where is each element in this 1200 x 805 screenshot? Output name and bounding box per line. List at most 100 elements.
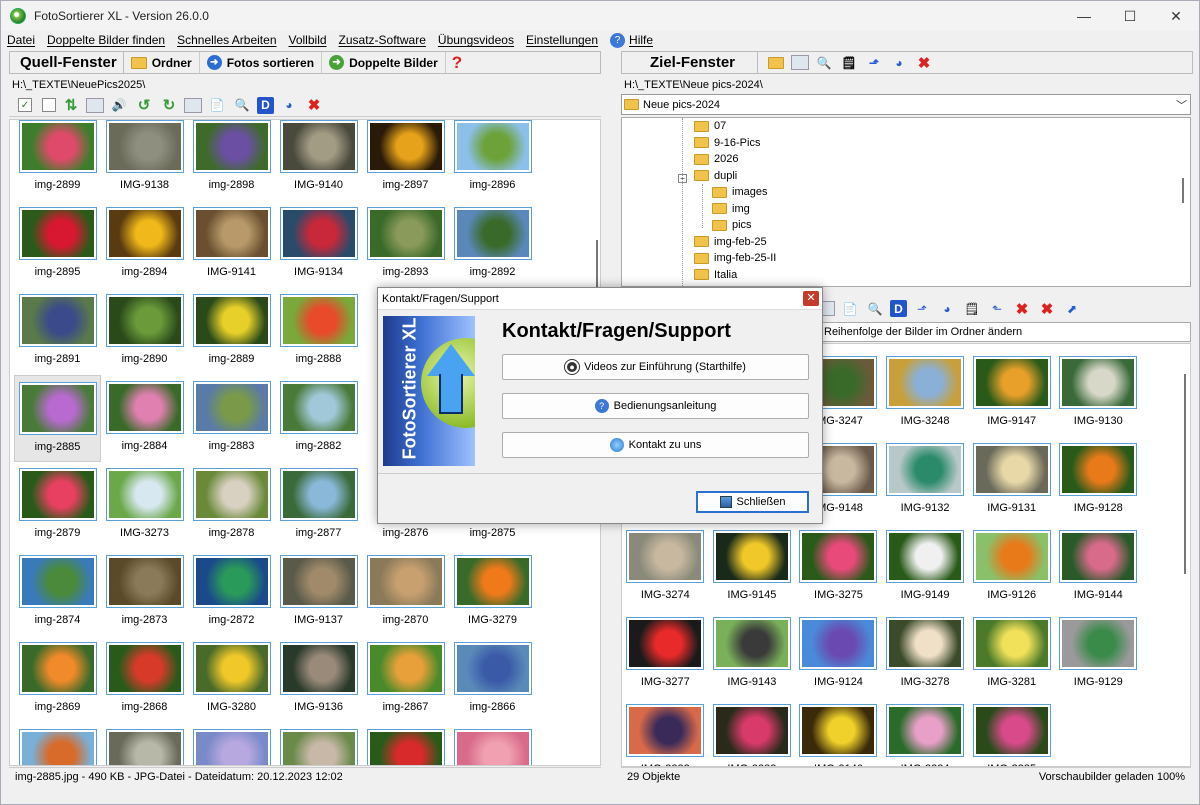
thumbnail[interactable]: img-2868 bbox=[101, 636, 188, 723]
thumbnail[interactable]: img-2878 bbox=[188, 462, 275, 549]
search-icon[interactable]: 🔍 bbox=[232, 96, 252, 114]
check-all-icon[interactable]: ✓ bbox=[18, 98, 32, 112]
delete-icon[interactable]: ✖ bbox=[914, 54, 934, 72]
manual-button[interactable]: ? Bedienungsanleitung bbox=[502, 393, 809, 419]
thumbnail[interactable] bbox=[101, 723, 188, 765]
tree-item[interactable]: images bbox=[712, 186, 767, 198]
document-icon[interactable]: 📄 bbox=[840, 300, 860, 318]
thumbnail[interactable]: IMG-9140 bbox=[275, 120, 362, 201]
menu-vollbild[interactable]: Vollbild bbox=[283, 33, 333, 47]
rotate-right-icon[interactable]: ↻ bbox=[159, 96, 179, 114]
thumbnail[interactable]: img-2885 bbox=[14, 375, 101, 462]
thumbnail[interactable]: img-2867 bbox=[362, 636, 449, 723]
scrollbar[interactable] bbox=[1184, 374, 1186, 574]
thumbnail[interactable]: img-2883 bbox=[188, 375, 275, 462]
refresh-icon[interactable]: ◕ bbox=[889, 54, 909, 72]
tree-item[interactable]: img bbox=[712, 203, 750, 215]
tree-item[interactable]: pics bbox=[712, 219, 752, 231]
thumbnail[interactable]: IMG-9130 bbox=[1055, 350, 1142, 437]
thumbnail[interactable]: img-2872 bbox=[188, 549, 275, 636]
question-icon[interactable]: ? bbox=[452, 53, 462, 73]
uncheck-all-icon[interactable] bbox=[42, 98, 56, 112]
thumbnail[interactable]: IMG-9131 bbox=[968, 437, 1055, 524]
thumbnail[interactable]: img-2891 bbox=[14, 288, 101, 375]
search-icon[interactable]: 🔍 bbox=[865, 300, 885, 318]
tree-item[interactable]: 9-16-Pics bbox=[694, 137, 760, 149]
thumbnail[interactable]: img-2895 bbox=[14, 201, 101, 288]
rotate-left-icon[interactable]: ↺ bbox=[134, 96, 154, 114]
thumbnail[interactable]: img-2870 bbox=[362, 549, 449, 636]
details-icon[interactable]: D bbox=[257, 96, 274, 114]
menu-zusatz-software[interactable]: Zusatz-Software bbox=[333, 33, 432, 47]
export-icon[interactable]: 🗒 bbox=[962, 300, 982, 318]
thumbnail[interactable]: IMG-9146 bbox=[795, 698, 882, 766]
new-folder-icon[interactable] bbox=[766, 54, 786, 72]
duplicates-button[interactable]: ➜ Doppelte Bilder bbox=[322, 52, 446, 73]
tree-item[interactable]: Italia bbox=[694, 269, 737, 281]
thumbnail[interactable]: IMG-9144 bbox=[1055, 524, 1142, 611]
menu-datei[interactable]: Datei bbox=[1, 33, 41, 47]
details-icon[interactable]: D bbox=[890, 300, 907, 317]
menu-hilfe[interactable]: ? Hilfe bbox=[604, 32, 653, 48]
thumbnail[interactable]: img-2898 bbox=[188, 120, 275, 201]
folder-button[interactable]: Ordner bbox=[124, 52, 200, 73]
delete-icon[interactable]: ✖ bbox=[304, 96, 324, 114]
thumbnail[interactable]: IMG-3275 bbox=[795, 524, 882, 611]
document-icon[interactable]: 📄 bbox=[207, 96, 227, 114]
tree-scrollbar[interactable] bbox=[1182, 178, 1184, 203]
thumbnail[interactable]: img-2884 bbox=[101, 375, 188, 462]
thumbnail[interactable]: IMG-9145 bbox=[709, 524, 796, 611]
move-icon[interactable]: ⬏ bbox=[912, 300, 932, 318]
reorder-hint[interactable]: Reihenfolge der Bilder im Ordner ändern bbox=[821, 322, 1191, 342]
thumbnail[interactable]: IMG-9143 bbox=[709, 611, 796, 698]
maximize-button[interactable]: ☐ bbox=[1107, 1, 1153, 31]
thumbnail[interactable]: img-2897 bbox=[362, 120, 449, 201]
tree-item[interactable]: img-feb-25-II bbox=[694, 252, 776, 264]
thumbnail[interactable]: IMG-9136 bbox=[275, 636, 362, 723]
thumbnail[interactable]: img-2882 bbox=[275, 375, 362, 462]
thumbnail[interactable]: IMG-9134 bbox=[275, 201, 362, 288]
thumbnail[interactable] bbox=[362, 723, 449, 765]
chevron-down-icon[interactable]: ﹀ bbox=[1176, 97, 1187, 113]
refresh-icon[interactable]: ◕ bbox=[937, 300, 957, 318]
move-back-icon[interactable]: ⬑ bbox=[987, 300, 1007, 318]
thumbnail[interactable]: img-2879 bbox=[14, 462, 101, 549]
thumbnail[interactable]: img-2869 bbox=[14, 636, 101, 723]
thumbnail[interactable]: img-2866 bbox=[449, 636, 536, 723]
thumbnail[interactable]: img-2873 bbox=[101, 549, 188, 636]
menu-einstellungen[interactable]: Einstellungen bbox=[520, 33, 604, 47]
grid-view-icon[interactable] bbox=[86, 97, 104, 113]
thumbnail[interactable]: IMG-3283 bbox=[709, 698, 796, 766]
thumbnail[interactable] bbox=[14, 723, 101, 765]
folder-select[interactable]: Neue pics-2024 ﹀ bbox=[621, 94, 1191, 115]
videos-button[interactable]: ● Videos zur Einführung (Starthilfe) bbox=[502, 354, 809, 380]
rename-folder-icon[interactable] bbox=[791, 55, 810, 70]
thumbnail[interactable]: img-2894 bbox=[101, 201, 188, 288]
tree-item[interactable]: 2026 bbox=[694, 153, 738, 165]
thumbnail[interactable]: IMG-3284 bbox=[882, 698, 969, 766]
arrange-icon[interactable]: ⬈ bbox=[1062, 300, 1082, 318]
thumbnail[interactable]: img-2889 bbox=[188, 288, 275, 375]
tree-item[interactable]: img-feb-25 bbox=[694, 236, 767, 248]
menu-uebungsvideos[interactable]: Übungsvideos bbox=[432, 33, 520, 47]
sort-arrows-icon[interactable]: ⇅ bbox=[61, 96, 81, 114]
tree-item[interactable]: dupli bbox=[694, 170, 737, 182]
thumbnail[interactable]: img-2893 bbox=[362, 201, 449, 288]
close-window-button[interactable]: ✕ bbox=[1153, 1, 1199, 31]
thumbnail[interactable]: IMG-9147 bbox=[968, 350, 1055, 437]
thumbnail[interactable]: IMG-3279 bbox=[449, 549, 536, 636]
rename-icon[interactable] bbox=[184, 97, 202, 113]
sort-photos-button[interactable]: ➜ Fotos sortieren bbox=[200, 52, 323, 73]
thumbnail[interactable]: IMG-9126 bbox=[968, 524, 1055, 611]
thumbnail[interactable] bbox=[275, 723, 362, 765]
export-icon[interactable]: 🗒 bbox=[839, 54, 859, 72]
thumbnail[interactable]: IMG-3274 bbox=[622, 524, 709, 611]
thumbnail[interactable]: img-2877 bbox=[275, 462, 362, 549]
thumbnail[interactable]: IMG-3278 bbox=[882, 611, 969, 698]
thumbnail[interactable]: img-2874 bbox=[14, 549, 101, 636]
menu-doppelte-bilder[interactable]: Doppelte Bilder finden bbox=[41, 33, 171, 47]
thumbnail[interactable]: IMG-9149 bbox=[882, 524, 969, 611]
close-icon[interactable]: ✕ bbox=[803, 291, 819, 306]
thumbnail[interactable]: IMG-9124 bbox=[795, 611, 882, 698]
thumbnail[interactable]: img-2899 bbox=[14, 120, 101, 201]
